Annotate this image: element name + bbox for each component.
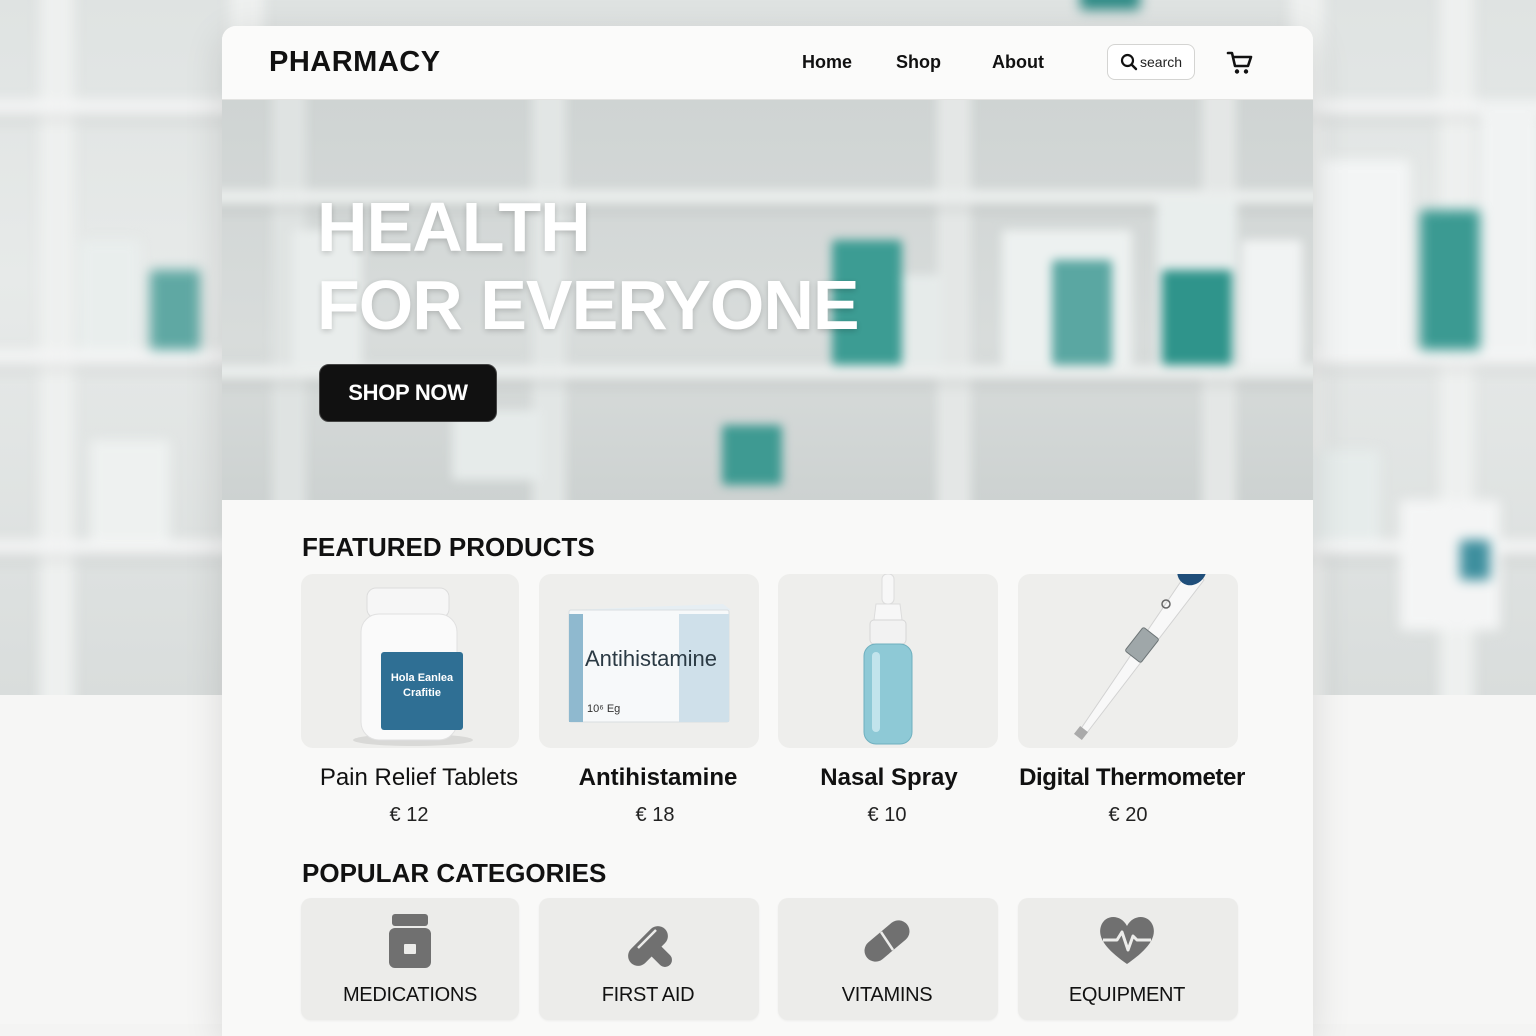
product-card-pain-relief[interactable]: Hola Eanlea Crafitie bbox=[301, 574, 519, 748]
site-logo[interactable]: PHARMACY bbox=[269, 46, 441, 79]
medicine-box-image: Antihistamine 10⁶ Eg bbox=[568, 604, 731, 723]
heartbeat-icon bbox=[1100, 917, 1154, 964]
category-label-medications: MEDICATIONS bbox=[342, 984, 478, 1006]
category-card-first-aid[interactable]: FIRST AID bbox=[539, 898, 759, 1020]
category-card-equipment[interactable]: EQUIPMENT bbox=[1018, 898, 1238, 1020]
product-name-2[interactable]: Antihistamine bbox=[538, 764, 778, 792]
pill-bottle-image: Hola Eanlea Crafitie bbox=[353, 587, 473, 746]
page-window: PHARMACY Home Shop About search HEALTH F… bbox=[222, 26, 1313, 1036]
nasal-spray-image bbox=[863, 574, 913, 745]
category-label-vitamins: VITAMINS bbox=[841, 984, 933, 1006]
search-input[interactable] bbox=[1138, 54, 1192, 70]
thermometer-image bbox=[1073, 574, 1207, 741]
box-label-name: Antihistamine bbox=[585, 646, 717, 671]
top-navbar: PHARMACY Home Shop About bbox=[222, 26, 1313, 100]
product-card-nasal-spray[interactable] bbox=[778, 574, 998, 748]
hero-title-line-1: HEALTH bbox=[317, 188, 591, 266]
category-label-equipment: EQUIPMENT bbox=[1068, 984, 1186, 1006]
product-price-1: € 12 bbox=[389, 804, 429, 826]
hero-banner: HEALTH FOR EVERYONE bbox=[222, 100, 1313, 500]
box-label-dose: 10⁶ Eg bbox=[587, 703, 620, 715]
product-card-antihistamine[interactable]: Antihistamine 10⁶ Eg bbox=[539, 574, 759, 748]
hero-title: HEALTH FOR EVERYONE bbox=[317, 188, 860, 344]
pill-bottle-label-line-2: Crafitie bbox=[403, 687, 441, 699]
pill-bottle-label-line-1: Hola Eanlea bbox=[391, 672, 454, 684]
nav-link-about[interactable]: About bbox=[992, 52, 1044, 73]
capsule-icon bbox=[864, 920, 910, 962]
shop-now-button[interactable]: SHOP NOW bbox=[319, 364, 497, 422]
hero-title-line-2: FOR EVERYONE bbox=[317, 266, 860, 344]
category-label-first-aid: FIRST AID bbox=[601, 984, 695, 1006]
product-name-1[interactable]: Pain Relief Tablets bbox=[299, 764, 539, 792]
medicine-bottle-icon bbox=[389, 914, 431, 968]
product-name-3[interactable]: Nasal Spray bbox=[769, 764, 1009, 792]
nav-link-home[interactable]: Home bbox=[802, 52, 852, 73]
search-box[interactable] bbox=[1107, 44, 1195, 80]
search-icon bbox=[1120, 53, 1138, 71]
featured-products-title: FEATURED PRODUCTS bbox=[302, 532, 595, 562]
category-card-medications[interactable]: MEDICATIONS bbox=[301, 898, 519, 1020]
bandage-icon bbox=[628, 926, 672, 967]
category-card-vitamins[interactable]: VITAMINS bbox=[778, 898, 998, 1020]
product-name-4[interactable]: Digital Thermometer bbox=[1012, 764, 1252, 792]
nav-link-shop[interactable]: Shop bbox=[896, 52, 941, 73]
cart-icon[interactable] bbox=[1226, 50, 1254, 76]
product-price-2: € 18 bbox=[635, 804, 675, 826]
product-price-3: € 10 bbox=[867, 804, 907, 826]
product-card-thermometer[interactable] bbox=[1018, 574, 1238, 748]
popular-categories-title: POPULAR CATEGORIES bbox=[302, 858, 607, 888]
product-price-4: € 20 bbox=[1108, 804, 1148, 826]
